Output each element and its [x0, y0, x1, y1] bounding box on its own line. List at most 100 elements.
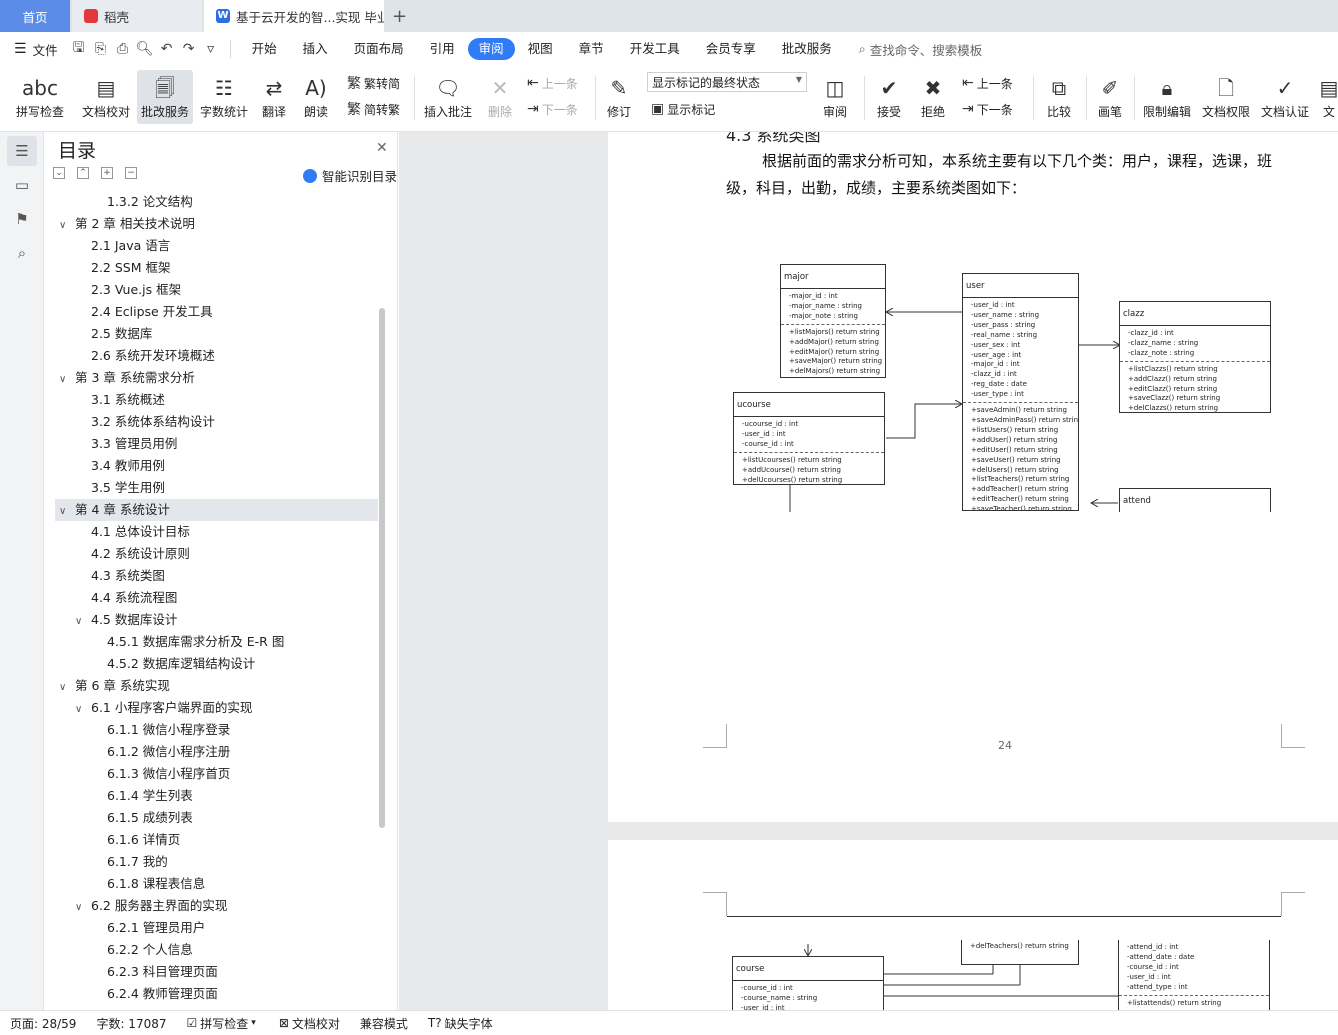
toc-item[interactable]: 4.2 系统设计原则 — [55, 543, 378, 565]
prev-change-button[interactable]: ⇤ 上一条 — [962, 72, 1013, 94]
toc-item[interactable]: 6.1.7 我的 — [55, 851, 378, 873]
pen-button[interactable]: ✐ 画笔 — [1092, 70, 1128, 124]
missing-font-button[interactable]: T? 缺失字体 — [418, 1015, 503, 1032]
toc-item[interactable]: 1.3.2 论文结构 — [55, 191, 378, 213]
new-tab-icon[interactable]: + — [384, 0, 415, 32]
tab-document[interactable]: W 基于云开发的智...实现 毕业论文 — [204, 0, 384, 32]
bookmark-icon[interactable]: ⚑ — [7, 204, 37, 234]
spell-check-status[interactable]: ☑ 拼写检查 ▾ — [177, 1015, 269, 1032]
find-icon[interactable]: ⌕ — [7, 238, 37, 268]
remove-heading-icon[interactable]: − — [125, 167, 137, 179]
toc-item[interactable]: 4.4 系统流程图 — [55, 587, 378, 609]
menu-chapter[interactable]: 章节 — [566, 38, 617, 60]
simp-to-trad-button[interactable]: 繁简转繁 — [347, 98, 400, 120]
menu-correct-service[interactable]: 批改服务 — [769, 38, 845, 60]
expand-all-icon[interactable]: ⌃ — [77, 167, 89, 179]
toc-item[interactable]: 6.1.3 微信小程序首页 — [55, 763, 378, 785]
toc-item[interactable]: ∨ 6.2 服务器主界面的实现 — [55, 895, 378, 917]
menu-layout[interactable]: 页面布局 — [341, 38, 417, 60]
word-count-button[interactable]: ☷ 字数统计 — [197, 70, 251, 124]
doc-certify-button[interactable]: ✓ 文档认证 — [1258, 70, 1312, 124]
menu-devtools[interactable]: 开发工具 — [617, 38, 693, 60]
toc-item[interactable]: 6.2.2 个人信息 — [55, 939, 378, 961]
tab-docer[interactable]: 稻壳 — [72, 0, 202, 32]
file-menu[interactable]: ☰ 文件 — [0, 40, 68, 59]
toc-item[interactable]: 4.1 总体设计目标 — [55, 521, 378, 543]
quick-access-dropdown-icon[interactable]: ▿ — [200, 41, 222, 57]
toc-item[interactable]: 2.3 Vue.js 框架 — [55, 279, 378, 301]
chevron-down-icon[interactable]: ∨ — [75, 611, 91, 633]
toc-item[interactable]: 2.5 数据库 — [55, 323, 378, 345]
menu-review[interactable]: 审阅 — [467, 38, 515, 60]
toc-item[interactable]: 4.5.2 数据库逻辑结构设计 — [55, 653, 378, 675]
toc-item[interactable]: ∨ 第 6 章 系统实现 — [55, 675, 378, 697]
toc-item[interactable]: 4.3 系统类图 — [55, 565, 378, 587]
translate-button[interactable]: ⇄ 翻译 — [255, 70, 293, 124]
toc-item[interactable]: 6.2.4 教师管理页面 — [55, 983, 378, 1005]
toc-panel-icon[interactable]: ☰ — [7, 136, 37, 166]
toc-item[interactable]: 2.4 Eclipse 开发工具 — [55, 301, 378, 323]
save-icon[interactable]: 🖫 — [68, 37, 90, 61]
chevron-down-icon[interactable]: ∨ — [75, 699, 91, 721]
review-pane-button[interactable]: ◫ 审阅 — [815, 70, 855, 124]
chevron-down-icon[interactable]: ∨ — [59, 215, 75, 237]
chevron-down-icon[interactable]: ∨ — [59, 369, 75, 391]
restrict-edit-button[interactable]: 🔒︎ 限制编辑 — [1140, 70, 1194, 124]
toc-item[interactable]: 6.2.1 管理员用户 — [55, 917, 378, 939]
prev-comment-button[interactable]: ⇤ 上一条 — [527, 72, 578, 94]
toc-item[interactable]: 3.5 学生用例 — [55, 477, 378, 499]
export-icon[interactable]: ⎘ — [90, 41, 112, 57]
doc-check-status[interactable]: ⊠ 文档校对 — [269, 1015, 350, 1032]
page-indicator[interactable]: 页面: 28/59 — [0, 1015, 86, 1032]
ribbon-overflow-button[interactable]: ▤ 文 — [1320, 70, 1338, 124]
show-markup-button[interactable]: ▣ 显示标记 — [651, 98, 715, 120]
close-icon[interactable]: ✕ — [376, 140, 388, 156]
delete-comment-button[interactable]: ✕ 删除 — [480, 70, 520, 124]
collapse-all-icon[interactable]: ⌄ — [53, 167, 65, 179]
command-search[interactable]: ⌕ 查找命令、搜索模板 — [859, 40, 983, 59]
toc-item[interactable]: 3.4 教师用例 — [55, 455, 378, 477]
revise-button[interactable]: ✎ 修订 — [600, 70, 638, 124]
menu-start[interactable]: 开始 — [239, 38, 290, 60]
chevron-down-icon[interactable]: ∨ — [75, 897, 91, 919]
chevron-down-icon[interactable]: ∨ — [59, 677, 75, 699]
toc-item[interactable]: ∨ 第 4 章 系统设计 — [55, 499, 378, 521]
toc-item[interactable]: 2.2 SSM 框架 — [55, 257, 378, 279]
toc-item[interactable]: 6.1.1 微信小程序登录 — [55, 719, 378, 741]
markup-state-select[interactable]: 显示标记的最终状态 ▼ — [647, 72, 807, 92]
toc-item[interactable]: ∨ 6.1 小程序客户端界面的实现 — [55, 697, 378, 719]
insert-comment-button[interactable]: 🗨 插入批注 — [421, 70, 475, 124]
toc-item[interactable]: 3.1 系统概述 — [55, 389, 378, 411]
print-icon[interactable]: ⎙ — [112, 41, 134, 57]
toc-item[interactable]: 3.2 系统体系结构设计 — [55, 411, 378, 433]
correct-service-button[interactable]: 🗐 批改服务 — [137, 70, 193, 124]
chevron-down-icon[interactable]: ∨ — [59, 501, 75, 523]
toc-item[interactable]: 4.5.1 数据库需求分析及 E-R 图 — [55, 631, 378, 653]
undo-icon[interactable]: ↶ — [156, 41, 178, 57]
spell-check-button[interactable]: abc 拼写检查 — [8, 70, 72, 124]
toc-item[interactable]: 2.1 Java 语言 — [55, 235, 378, 257]
reject-button[interactable]: ✖ 拒绝 — [914, 70, 952, 124]
accept-button[interactable]: ✔ 接受 — [870, 70, 908, 124]
menu-insert[interactable]: 插入 — [290, 38, 341, 60]
toc-item[interactable]: 6.1.8 课程表信息 — [55, 873, 378, 895]
toc-item[interactable]: ∨ 第 3 章 系统需求分析 — [55, 367, 378, 389]
add-heading-icon[interactable]: + — [101, 167, 113, 179]
toc-item[interactable]: 6.2.3 科目管理页面 — [55, 961, 378, 983]
next-comment-button[interactable]: ⇥ 下一条 — [527, 98, 578, 120]
doc-check-button[interactable]: ▤ 文档校对 — [78, 70, 134, 124]
toc-item[interactable]: ∨ 第 2 章 相关技术说明 — [55, 213, 378, 235]
smart-toc-button[interactable]: 智能识别目录 — [303, 166, 397, 185]
menu-reference[interactable]: 引用 — [417, 38, 468, 60]
redo-icon[interactable]: ↷ — [178, 41, 200, 57]
toc-item[interactable]: ∨ 4.5 数据库设计 — [55, 609, 378, 631]
read-aloud-button[interactable]: A) 朗读 — [298, 70, 334, 124]
menu-view[interactable]: 视图 — [515, 38, 566, 60]
menu-member[interactable]: 会员专享 — [693, 38, 769, 60]
compare-button[interactable]: ⧉ 比较 — [1040, 70, 1078, 124]
chapter-nav-icon[interactable]: ▭ — [7, 170, 37, 200]
print-preview-icon[interactable]: 🔍︎ — [134, 41, 156, 57]
toc-item[interactable]: 2.6 系统开发环境概述 — [55, 345, 378, 367]
next-change-button[interactable]: ⇥ 下一条 — [962, 98, 1013, 120]
doc-rights-button[interactable]: 🗋 文档权限 — [1199, 70, 1253, 124]
